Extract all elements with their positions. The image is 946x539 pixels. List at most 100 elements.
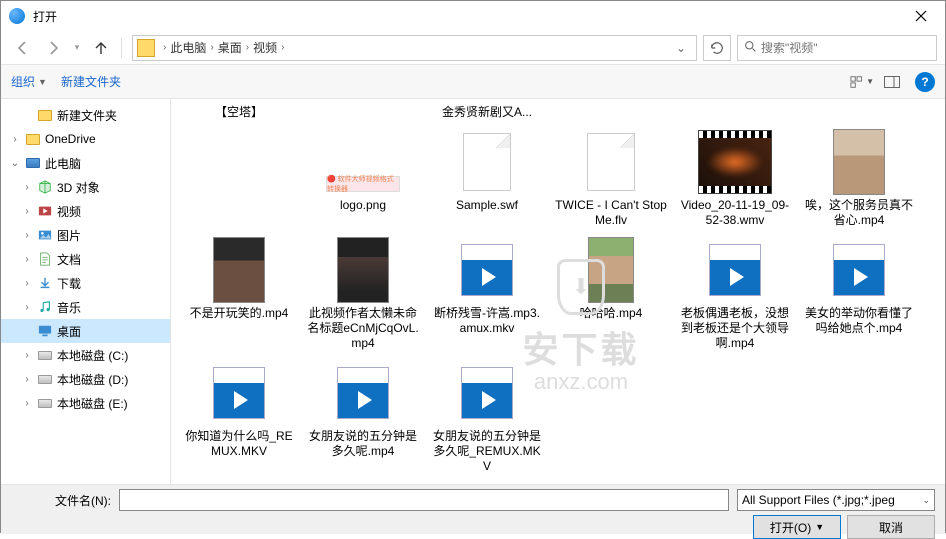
expand-icon[interactable]: › <box>21 398 33 409</box>
desktop-icon <box>37 323 53 339</box>
music-icon <box>37 299 53 315</box>
search-box[interactable] <box>737 35 937 61</box>
tree-item-folder[interactable]: ›OneDrive <box>1 127 170 151</box>
expand-icon[interactable]: › <box>21 206 33 217</box>
back-button[interactable] <box>9 34 37 62</box>
recent-dropdown[interactable]: ▾ <box>69 34 85 62</box>
nav-separator <box>121 38 122 58</box>
close-button[interactable] <box>901 2 941 30</box>
chevron-right-icon[interactable]: › <box>281 42 284 53</box>
refresh-button[interactable] <box>703 35 731 61</box>
tree-item-download[interactable]: ›下载 <box>1 271 170 295</box>
forward-button[interactable] <box>39 34 67 62</box>
expand-icon[interactable]: › <box>21 182 33 193</box>
tree-item-disk[interactable]: › 本地磁盘 (C:) <box>1 343 170 367</box>
breadcrumb-dropdown[interactable]: ⌄ <box>670 41 692 55</box>
3d-icon <box>37 179 53 195</box>
file-name: 美女的举动你看懂了吗给她点个.mp4 <box>803 306 915 336</box>
cancel-button[interactable]: 取消 <box>847 515 935 539</box>
expand-icon[interactable]: ⌄ <box>9 158 21 169</box>
organize-label: 组织 <box>11 73 35 90</box>
chevron-down-icon: ▼ <box>866 77 874 86</box>
file-item[interactable]: 【空塔】 <box>183 105 295 120</box>
file-item[interactable]: 美女的举动你看懂了吗给她点个.mp4 <box>803 236 915 351</box>
file-name: 金秀贤新剧又A... <box>442 105 532 120</box>
chevron-right-icon[interactable]: › <box>163 42 166 53</box>
file-item[interactable]: 女朋友说的五分钟是多久呢_REMUX.MKV <box>431 359 543 474</box>
file-name: 此视频作者太懒未命名标题eCnMjCqOvL.mp4 <box>307 306 419 351</box>
file-item[interactable]: 女朋友说的五分钟是多久呢.mp4 <box>307 359 419 474</box>
search-icon <box>744 40 757 56</box>
docs-icon <box>37 251 53 267</box>
file-name: 断桥残雪-许嵩.mp3.amux.mkv <box>431 306 543 336</box>
view-controls: ▼ ? <box>849 71 935 93</box>
file-item[interactable]: 不是开玩笑的.mp4 <box>183 236 295 351</box>
file-item[interactable]: 金秀贤新剧又A... <box>431 105 543 120</box>
breadcrumb-item[interactable]: 视频 <box>253 39 277 56</box>
file-name: 女朋友说的五分钟是多久呢.mp4 <box>307 429 419 459</box>
preview-pane-button[interactable] <box>879 71 905 93</box>
file-thumbnail <box>696 128 774 196</box>
file-item[interactable]: 🔴 软件大师视频格式转换器logo.png <box>307 128 419 228</box>
expand-icon[interactable]: › <box>9 134 21 145</box>
file-thumbnail <box>324 359 402 427</box>
disk-icon <box>37 347 53 363</box>
tree-item-docs[interactable]: › 文档 <box>1 247 170 271</box>
file-item[interactable]: Sample.swf <box>431 128 543 228</box>
expand-icon[interactable]: › <box>21 278 33 289</box>
help-button[interactable]: ? <box>915 72 935 92</box>
tree-label: 文档 <box>57 251 81 268</box>
filter-label: All Support Files (*.jpg;*.jpeg <box>742 493 895 507</box>
split-dropdown-icon[interactable]: ▼ <box>815 522 824 532</box>
breadcrumb-item[interactable]: 桌面 <box>218 39 242 56</box>
arrow-left-icon <box>15 40 31 56</box>
tree-label: 本地磁盘 (C:) <box>57 347 128 364</box>
file-item[interactable]: 此视频作者太懒未命名标题eCnMjCqOvL.mp4 <box>307 236 419 351</box>
file-thumbnail <box>820 128 898 196</box>
new-folder-button[interactable]: 新建文件夹 <box>61 73 121 90</box>
tree-item-disk[interactable]: ›本地磁盘 (E:) <box>1 391 170 415</box>
expand-icon[interactable]: › <box>21 374 33 385</box>
file-item[interactable]: 你知道为什么吗_REMUX.MKV <box>183 359 295 474</box>
tree-item-video[interactable]: ›视频 <box>1 199 170 223</box>
up-button[interactable] <box>87 34 115 62</box>
file-name: 【空塔】 <box>215 105 263 120</box>
filename-input[interactable] <box>119 489 729 511</box>
tree-item-pc[interactable]: ⌄此电脑 <box>1 151 170 175</box>
video-icon <box>37 203 53 219</box>
file-item[interactable]: 唉，这个服务员真不省心.mp4 <box>803 128 915 228</box>
tree-label: 本地磁盘 (D:) <box>57 371 128 388</box>
arrow-up-icon <box>93 40 109 56</box>
file-item[interactable]: 老板偶遇老板，没想到老板还是个大领导啊.mp4 <box>679 236 791 351</box>
sidebar: 新建文件夹›OneDrive⌄此电脑›3D 对象›视频›图片›文档›下载›音乐桌… <box>1 99 171 484</box>
organize-menu[interactable]: 组织▼ <box>11 73 47 90</box>
tree-item-images[interactable]: ›图片 <box>1 223 170 247</box>
file-item[interactable]: TWICE - I Can't Stop Me.flv <box>555 128 667 228</box>
open-button[interactable]: 打开(O)▼ <box>753 515 841 539</box>
file-grid[interactable]: ⬇ 安下载 anxz.com 【空塔】金秀贤新剧又A.......🔴 软件大师视… <box>171 99 945 484</box>
file-item[interactable]: 哈哈哈.mp4 <box>555 236 667 351</box>
filter-select[interactable]: All Support Files (*.jpg;*.jpeg ⌄ <box>737 489 935 511</box>
tree-item-disk[interactable]: › 本地磁盘 (D:) <box>1 367 170 391</box>
tree-item-3d[interactable]: ›3D 对象 <box>1 175 170 199</box>
search-input[interactable] <box>761 41 930 55</box>
file-item[interactable]: 断桥残雪-许嵩.mp3.amux.mkv <box>431 236 543 351</box>
chevron-right-icon[interactable]: › <box>246 42 249 53</box>
pc-icon <box>25 155 41 171</box>
tree-item-music[interactable]: ›音乐 <box>1 295 170 319</box>
file-thumbnail <box>696 236 774 304</box>
arrow-right-icon <box>45 40 61 56</box>
view-mode-button[interactable]: ▼ <box>849 71 875 93</box>
file-item[interactable]: Video_20-11-19_09-52-38.wmv <box>679 128 791 228</box>
breadcrumb-item[interactable]: 此电脑 <box>170 39 206 56</box>
tree-item-desktop[interactable]: 桌面 <box>1 319 170 343</box>
expand-icon[interactable]: › <box>21 302 33 313</box>
disk-icon <box>37 395 53 411</box>
expand-icon[interactable]: › <box>21 350 33 361</box>
expand-icon[interactable]: › <box>21 254 33 265</box>
tree-item-folder[interactable]: 新建文件夹 <box>1 103 170 127</box>
chevron-right-icon[interactable]: › <box>210 42 213 53</box>
breadcrumb[interactable]: › 此电脑 › 桌面 › 视频 › ⌄ <box>132 35 697 61</box>
close-icon <box>915 10 927 22</box>
expand-icon[interactable]: › <box>21 230 33 241</box>
